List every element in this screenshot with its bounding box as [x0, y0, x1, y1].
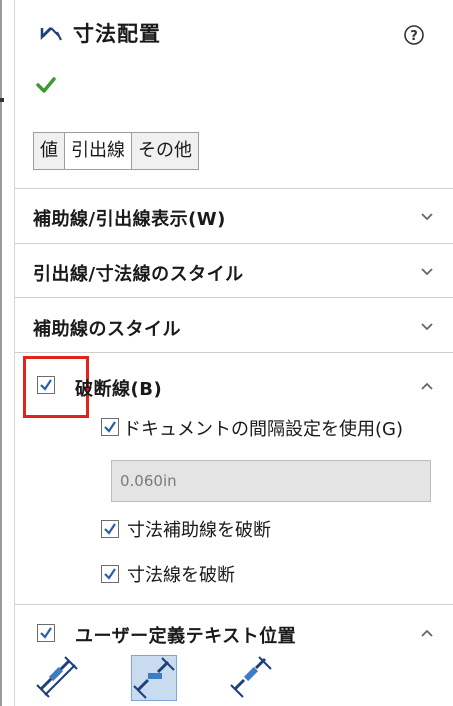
gap-value-field[interactable] — [112, 461, 430, 501]
use-document-gap-label: ドキュメントの間隔設定を使用(G) — [123, 419, 403, 440]
section-extension-display[interactable]: 補助線/引出線表示(W) — [33, 205, 226, 231]
window-edge — [0, 0, 2, 706]
tab-leaders[interactable]: 引出線 — [65, 133, 132, 169]
dimension-arrow-icon — [37, 22, 65, 50]
chevron-up-icon[interactable] — [419, 625, 435, 641]
section-leader-style[interactable]: 引出線/寸法線のスタイル — [33, 260, 244, 286]
section-custom-text-position[interactable]: ユーザー定義テキスト位置 — [75, 622, 296, 648]
break-extension-checkbox[interactable] — [101, 520, 119, 538]
property-manager-panel: 寸法配置 ? 値 引出線 その他 補助線/引出線表示(W) 引出線/寸法線のスタ… — [14, 0, 453, 706]
chevron-down-icon[interactable] — [419, 208, 435, 224]
break-lines-checkbox[interactable] — [37, 376, 55, 394]
solid-leader-aligned-text-button[interactable] — [35, 655, 81, 701]
divider — [15, 243, 453, 244]
section-extension-style[interactable]: 補助線のスタイル — [33, 315, 181, 341]
tab-other[interactable]: その他 — [132, 133, 198, 169]
panel-titlebar: 寸法配置 ? — [15, 0, 453, 93]
section-break-lines[interactable]: 破断線(B) — [75, 375, 162, 401]
divider — [15, 352, 453, 353]
edge-marker — [0, 98, 4, 102]
divider — [15, 297, 453, 298]
panel-title: 寸法配置 — [73, 22, 161, 46]
broken-leader-aligned-text-icon — [230, 656, 272, 698]
chevron-up-icon[interactable] — [419, 378, 435, 394]
broken-leader-horizontal-text-button[interactable] — [131, 655, 177, 701]
tab-strip: 値 引出線 その他 — [33, 132, 199, 170]
broken-leader-aligned-text-button[interactable] — [229, 655, 275, 701]
break-extension-label: 寸法補助線を破断 — [127, 520, 271, 541]
help-question-icon[interactable]: ? — [403, 24, 425, 46]
chevron-down-icon[interactable] — [419, 263, 435, 279]
break-dimension-label: 寸法線を破断 — [127, 565, 235, 586]
divider — [15, 188, 453, 189]
divider — [15, 604, 453, 605]
use-document-gap-checkbox[interactable] — [101, 418, 119, 436]
broken-leader-horizontal-text-icon — [133, 657, 175, 699]
svg-text:?: ? — [410, 29, 418, 44]
check-mark-icon[interactable] — [35, 74, 57, 96]
tab-value[interactable]: 値 — [34, 133, 65, 169]
break-dimension-checkbox[interactable] — [101, 565, 119, 583]
gap-value-input[interactable] — [111, 460, 431, 502]
custom-text-position-checkbox[interactable] — [37, 624, 55, 642]
solid-leader-aligned-text-icon — [36, 656, 78, 698]
chevron-down-icon[interactable] — [419, 318, 435, 334]
